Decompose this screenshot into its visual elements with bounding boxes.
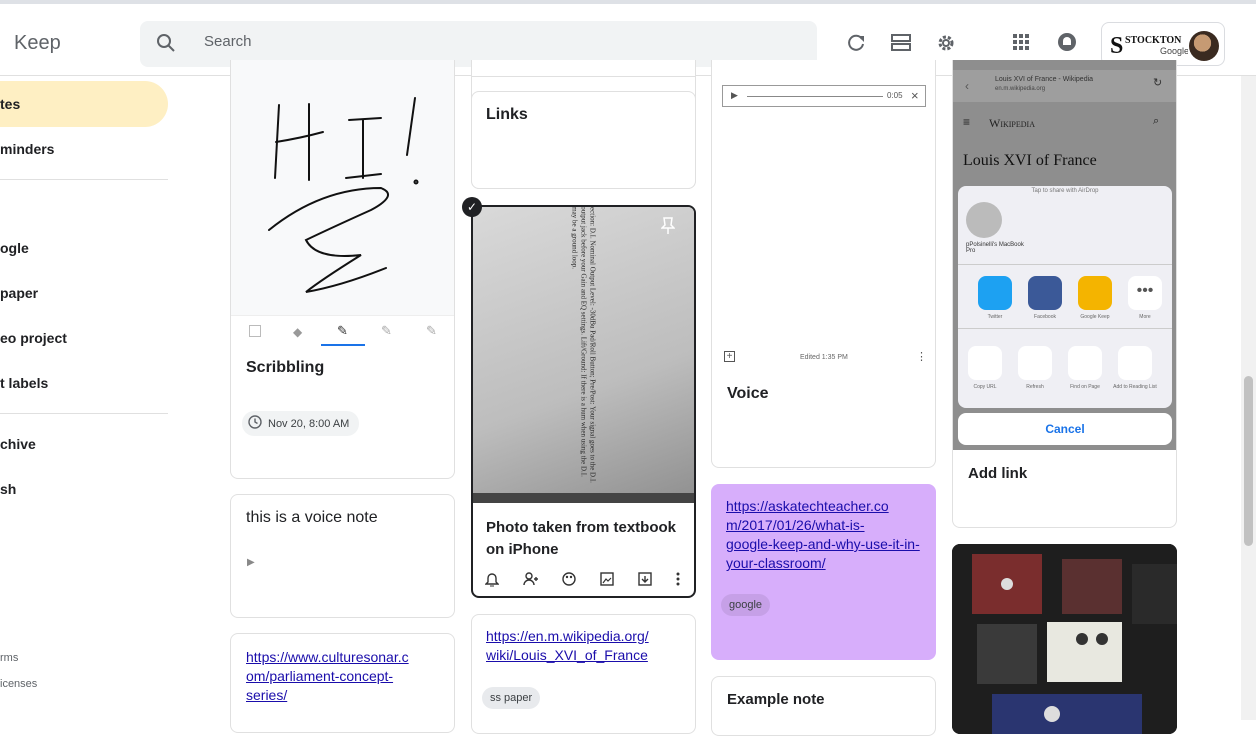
- licenses-link[interactable]: icenses: [0, 678, 37, 690]
- note-card-scribbling[interactable]: ◆ ✎ ✎ ✎ Scribbling Nov 20, 8:00 AM: [230, 60, 455, 479]
- reminder-chip[interactable]: Nov 20, 8:00 AM: [242, 411, 360, 436]
- highlighter-tool-icon[interactable]: ✎: [426, 323, 437, 339]
- note-title: Scribbling: [246, 359, 325, 376]
- list-view-icon[interactable]: [890, 32, 914, 56]
- note-card-add-link[interactable]: ‹ Louis XVI of France - Wikipedia en.m.w…: [952, 60, 1177, 528]
- drawing-canvas: [231, 60, 454, 345]
- scrollbar-thumb[interactable]: [1244, 376, 1253, 546]
- note-card-example[interactable]: Example note: [711, 676, 936, 736]
- sidebar-item-notes[interactable]: tes: [0, 81, 168, 127]
- select-tool-icon[interactable]: [249, 325, 261, 337]
- note-link[interactable]: https://en.m.wikipedia.org/ wiki/Louis_X…: [486, 627, 649, 665]
- add-box-icon[interactable]: +: [724, 351, 735, 362]
- pin-icon[interactable]: [660, 217, 676, 240]
- clock-icon: [248, 415, 262, 432]
- note-title: Add link: [968, 465, 1028, 482]
- audio-player[interactable]: ▶ 0:05 ×: [722, 85, 926, 107]
- sidebar-item-archive[interactable]: chive: [0, 421, 168, 467]
- label-chip[interactable]: ss paper: [482, 687, 541, 709]
- note-title: Example note: [727, 691, 825, 708]
- search-input[interactable]: [204, 33, 764, 50]
- more-options-icon[interactable]: ⋮: [916, 350, 927, 363]
- note-card-wikipedia[interactable]: https://en.m.wikipedia.org/ wiki/Louis_X…: [471, 614, 696, 734]
- note-card-photo[interactable]: D.I. Section: D.I. Nominal Output Level:…: [471, 205, 696, 598]
- note-card-askatechteacher[interactable]: https://askatechteacher.co m/2017/01/26/…: [711, 484, 936, 660]
- sidebar-divider: [0, 179, 168, 180]
- svg-text:Google: Google: [1160, 46, 1188, 56]
- notifications-bell-icon[interactable]: [1057, 32, 1081, 56]
- play-icon[interactable]: ▶: [247, 557, 255, 568]
- page-scrollbar[interactable]: [1241, 76, 1256, 720]
- active-tool-indicator: [321, 344, 365, 346]
- note-title: this is a voice note: [246, 509, 378, 526]
- label-chip[interactable]: google: [721, 594, 771, 616]
- close-icon[interactable]: ×: [911, 88, 919, 103]
- note-card-pedalboard-photo[interactable]: [952, 544, 1177, 734]
- refresh-icon[interactable]: [845, 32, 869, 56]
- note-title: Links: [486, 106, 528, 123]
- audio-progress-track[interactable]: [747, 96, 883, 97]
- app-title[interactable]: Keep: [14, 32, 61, 55]
- note-card-culturesonar[interactable]: https://www.culturesonar.c om/parliament…: [230, 633, 455, 733]
- drawing-toolbar: ◆ ✎ ✎ ✎: [231, 315, 454, 347]
- remind-me-icon[interactable]: [484, 571, 501, 587]
- sidebar-divider: [0, 413, 168, 414]
- sidebar-item-reminders[interactable]: minders: [0, 126, 168, 172]
- play-icon[interactable]: ▶: [731, 90, 738, 101]
- collaborator-icon[interactable]: [523, 571, 539, 587]
- sidebar: tes minders ogle paper eo project t labe…: [0, 76, 170, 720]
- archive-icon[interactable]: [637, 571, 653, 587]
- sidebar-item-trash[interactable]: sh: [0, 466, 168, 512]
- more-options-icon[interactable]: [675, 571, 691, 587]
- note-card-voice[interactable]: ▶ 0:05 × + Edited 1:35 PM ⋮ Voice: [711, 60, 936, 468]
- marker-tool-icon[interactable]: ✎: [337, 323, 348, 339]
- note-toolbar: [484, 571, 691, 587]
- terms-link[interactable]: rms: [0, 652, 18, 664]
- sidebar-item-edit-labels[interactable]: t labels: [0, 360, 168, 406]
- note-screenshot-image: ‹ Louis XVI of France - Wikipedia en.m.w…: [953, 60, 1176, 450]
- image-icon[interactable]: [599, 571, 615, 587]
- svg-text:STOCKTON: STOCKTON: [1125, 35, 1182, 46]
- svg-text:S: S: [1110, 33, 1123, 59]
- eraser-tool-icon[interactable]: ◆: [293, 325, 302, 339]
- note-link[interactable]: https://www.culturesonar.c om/parliament…: [246, 648, 409, 705]
- note-photo-image: [952, 544, 1177, 734]
- note-title: Photo taken from textbook on iPhone: [486, 519, 677, 558]
- note-link[interactable]: https://askatechteacher.co m/2017/01/26/…: [726, 497, 920, 573]
- avatar[interactable]: [1189, 31, 1219, 61]
- sidebar-item-label-google[interactable]: ogle: [0, 225, 168, 271]
- select-note-checkmark-icon[interactable]: ✓: [462, 197, 482, 217]
- stockton-logo: S STOCKTON Google: [1108, 31, 1188, 59]
- note-title: Voice: [727, 385, 769, 402]
- sidebar-item-label-video-project[interactable]: eo project: [0, 315, 168, 361]
- settings-gear-icon[interactable]: [935, 32, 959, 56]
- pen-tool-icon[interactable]: ✎: [381, 323, 392, 339]
- search-icon[interactable]: [156, 33, 176, 58]
- note-photo-image: D.I. Section: D.I. Nominal Output Level:…: [473, 207, 694, 503]
- apps-grid-icon[interactable]: [1011, 32, 1035, 56]
- palette-icon[interactable]: [561, 571, 577, 587]
- note-card-links[interactable]: Links: [471, 91, 696, 189]
- note-card-voice-note[interactable]: this is a voice note ▶: [230, 494, 455, 618]
- sidebar-item-label-paper[interactable]: paper: [0, 270, 168, 316]
